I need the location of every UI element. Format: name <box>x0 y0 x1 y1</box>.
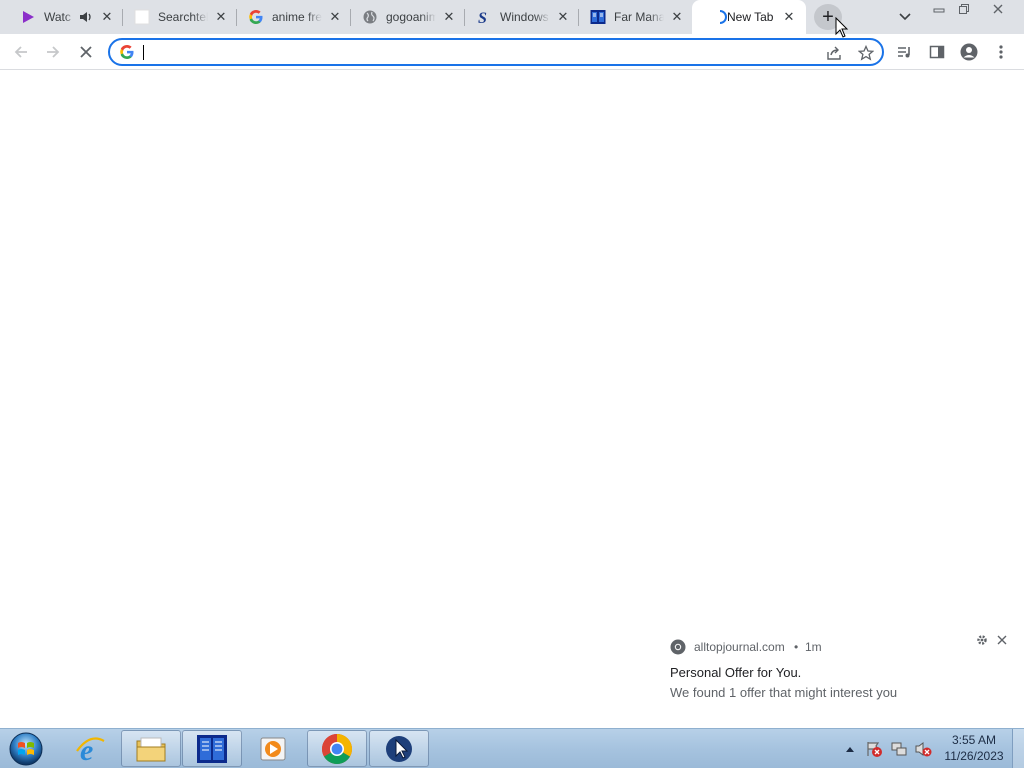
globe-icon <box>362 9 378 25</box>
back-arrow-icon <box>14 46 27 58</box>
google-icon <box>248 9 264 25</box>
restore-icon <box>959 4 969 14</box>
windows-logo-icon <box>9 732 43 766</box>
system-clock[interactable]: 3:55 AM 11/26/2023 <box>938 732 1010 764</box>
tab-search-button[interactable] <box>896 8 914 26</box>
restore-button[interactable] <box>953 0 975 18</box>
tab-windows[interactable]: S Windows ✕ <box>456 0 578 34</box>
address-input[interactable] <box>142 43 802 61</box>
tab-title: Watc <box>44 10 71 24</box>
loading-spinner-icon <box>712 9 728 25</box>
notification-title: Personal Offer for You. <box>670 665 802 680</box>
volume-muted-icon[interactable] <box>913 729 933 768</box>
address-bar[interactable] <box>108 38 884 66</box>
clock-date: 11/26/2023 <box>944 749 1004 763</box>
stop-icon <box>80 46 92 58</box>
browser-toolbar <box>0 34 1024 70</box>
minimize-icon <box>933 8 945 13</box>
forward-button[interactable] <box>42 41 64 63</box>
media-control-button[interactable] <box>894 41 916 63</box>
clock-time: 3:55 AM <box>951 733 997 747</box>
text-caret <box>143 45 144 60</box>
forward-arrow-icon <box>47 46 60 58</box>
notification-close-button[interactable] <box>994 632 1010 648</box>
tab-close-button[interactable]: ✕ <box>441 9 457 25</box>
tab-gogoanime[interactable]: gogoanim ✕ <box>342 0 464 34</box>
action-center-icon[interactable] <box>864 729 884 768</box>
speaker-icon[interactable] <box>78 9 94 25</box>
tab-close-button[interactable]: ✕ <box>327 9 343 25</box>
tab-new-tab[interactable]: New Tab ✕ <box>692 0 806 34</box>
internet-explorer-icon: e <box>76 734 105 765</box>
bookmark-star-icon[interactable] <box>858 45 874 61</box>
close-icon <box>997 635 1007 645</box>
browser-menu-button[interactable] <box>990 41 1012 63</box>
far-manager-icon <box>197 734 227 763</box>
gear-icon <box>977 635 987 645</box>
tab-close-button[interactable]: ✕ <box>213 9 229 25</box>
side-panel-button[interactable] <box>926 41 948 63</box>
notification-separator: • <box>794 640 799 654</box>
taskbar-file-explorer[interactable] <box>121 730 181 767</box>
start-button[interactable] <box>6 731 46 767</box>
tab-watch[interactable]: Watc ✕ <box>0 0 122 34</box>
chrome-badge-icon <box>670 639 686 655</box>
blank-page-icon <box>134 9 150 25</box>
tab-searchtel[interactable]: Searchtel ✕ <box>114 0 236 34</box>
mouse-cursor-icon <box>835 16 849 39</box>
tab-title: Windows <box>500 10 549 24</box>
page-content <box>0 71 1024 628</box>
cursor-app-icon <box>386 735 412 762</box>
tab-title: New Tab <box>727 10 774 24</box>
side-panel-icon <box>929 45 945 59</box>
tab-close-button[interactable]: ✕ <box>555 9 571 25</box>
share-icon[interactable] <box>826 45 842 61</box>
notification-site: alltopjournal.com <box>694 640 785 654</box>
notification-body: We found 1 offer that might interest you <box>670 685 898 700</box>
far-manager-icon <box>590 9 606 25</box>
show-hidden-icons-button[interactable] <box>843 729 857 768</box>
tab-close-button[interactable]: ✕ <box>99 9 115 25</box>
windows-taskbar: e 3:55 AM 11/26/2023 <box>0 728 1024 768</box>
stop-loading-button[interactable] <box>75 41 97 63</box>
svg-text:S: S <box>478 10 487 25</box>
taskbar-media-player[interactable] <box>243 730 303 767</box>
push-notification[interactable]: alltopjournal.com • 1m Personal Offer fo… <box>660 626 1024 728</box>
profile-avatar-icon <box>960 43 978 61</box>
chevron-down-icon <box>899 13 911 21</box>
profile-button[interactable] <box>958 41 980 63</box>
google-icon <box>119 44 135 60</box>
tab-close-button[interactable]: ✕ <box>669 9 685 25</box>
back-button[interactable] <box>10 41 32 63</box>
media-queue-icon <box>898 47 910 58</box>
notification-settings-button[interactable] <box>974 632 990 648</box>
s-logo-icon: S <box>476 9 492 25</box>
taskbar-chrome[interactable] <box>307 730 367 767</box>
tab-strip: Watc ✕ Searchtel ✕ anime fre ✕ gogoanim … <box>0 0 1024 34</box>
window-close-button[interactable] <box>980 0 1016 18</box>
more-vert-icon <box>999 45 1003 59</box>
tab-title: Searchtel <box>158 10 208 24</box>
play-icon <box>20 9 36 25</box>
taskbar-far-manager[interactable] <box>182 730 242 767</box>
notification-time: 1m <box>805 640 822 654</box>
taskbar-internet-explorer[interactable]: e <box>60 730 120 767</box>
tab-title: anime fre <box>272 10 322 24</box>
network-icon[interactable] <box>889 729 909 768</box>
tab-anime-free[interactable]: anime fre ✕ <box>228 0 350 34</box>
minimize-button[interactable] <box>928 0 950 18</box>
tab-title: gogoanim <box>386 10 436 24</box>
chevron-up-icon <box>846 747 854 752</box>
show-desktop-button[interactable] <box>1012 729 1024 768</box>
chrome-icon <box>321 733 353 764</box>
tab-title: Far Mana <box>614 10 664 24</box>
media-player-icon <box>260 737 286 760</box>
tab-far-manager[interactable]: Far Mana ✕ <box>570 0 692 34</box>
folder-icon <box>136 737 166 761</box>
taskbar-cursor-app[interactable] <box>369 730 429 767</box>
close-icon <box>993 4 1003 14</box>
tab-close-button[interactable]: ✕ <box>781 9 797 25</box>
